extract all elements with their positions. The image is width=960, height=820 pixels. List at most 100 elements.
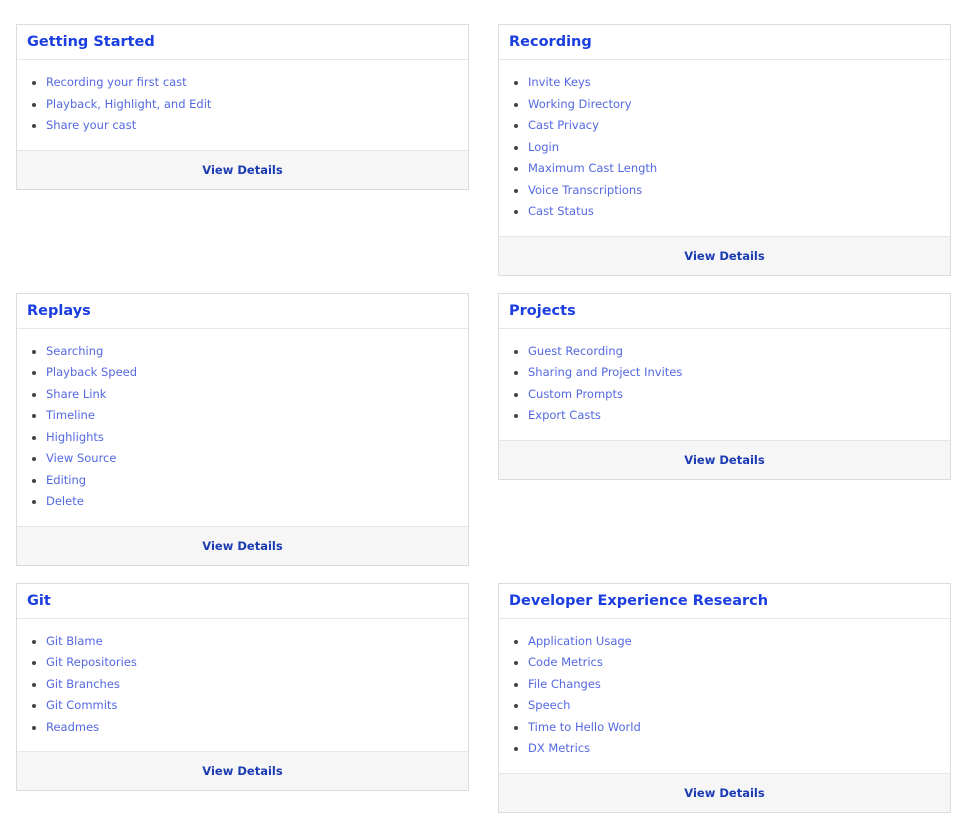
card-link[interactable]: Application Usage [528, 634, 632, 648]
card-link[interactable]: Sharing and Project Invites [528, 365, 682, 379]
card-link[interactable]: Export Casts [528, 408, 601, 422]
card-header: Recording [499, 25, 950, 60]
list-item: Application Usage [528, 631, 950, 653]
card-link[interactable]: Playback, Highlight, and Edit [46, 97, 211, 111]
card-replays: Replays Searching Playback Speed Share Lin… [16, 292, 469, 566]
card-link[interactable]: Code Metrics [528, 655, 603, 669]
card-link[interactable]: Git Commits [46, 698, 117, 712]
list-item: Export Casts [528, 405, 950, 427]
card-link[interactable]: File Changes [528, 677, 601, 691]
card-header: Git [17, 584, 468, 619]
card-title: Developer Experience Research [509, 592, 769, 609]
card-footer: View Details [499, 772, 950, 812]
list-item: Git Commits [46, 695, 468, 717]
card-link-list: Git Blame Git Repositories Git Branches Git… [17, 619, 468, 752]
list-item: View Source [46, 448, 468, 470]
card-link[interactable]: Working Directory [528, 97, 632, 111]
card-footer: View Details [17, 149, 468, 189]
list-item: Git Branches [46, 674, 468, 696]
card-link-list: Invite Keys Working Directory Cast Privacy… [499, 60, 950, 236]
card-link[interactable]: Cast Privacy [528, 118, 599, 132]
card-header: Getting Started [17, 25, 468, 60]
card-link[interactable]: Share Link [46, 387, 106, 401]
card-title: Git [27, 592, 51, 609]
view-details-button[interactable]: View Details [202, 764, 282, 778]
list-item: Playback, Highlight, and Edit [46, 94, 468, 116]
card-footer: View Details [499, 439, 950, 479]
card-link[interactable]: Recording your first cast [46, 75, 187, 89]
list-item: Timeline [46, 405, 468, 427]
card-link[interactable]: Custom Prompts [528, 387, 623, 401]
card-link[interactable]: Editing [46, 473, 86, 487]
card-title: Projects [509, 302, 576, 319]
list-item: Git Repositories [46, 652, 468, 674]
card-link[interactable]: Highlights [46, 430, 104, 444]
list-item: Playback Speed [46, 362, 468, 384]
list-item: Maximum Cast Length [528, 158, 950, 180]
card-footer: View Details [499, 235, 950, 275]
list-item: Guest Recording [528, 341, 950, 363]
view-details-button[interactable]: View Details [684, 453, 764, 467]
view-details-button[interactable]: View Details [202, 539, 282, 553]
card-link[interactable]: Git Branches [46, 677, 120, 691]
list-item: Sharing and Project Invites [528, 362, 950, 384]
list-item: Editing [46, 470, 468, 492]
list-item: DX Metrics [528, 738, 950, 760]
list-item: Login [528, 137, 950, 159]
card-link[interactable]: View Source [46, 451, 116, 465]
card-git: Git Git Blame Git Repositories Git Branche… [16, 582, 469, 791]
card-recording: Recording Invite Keys Working Directory Ca… [498, 24, 951, 276]
list-item: Code Metrics [528, 652, 950, 674]
view-details-button[interactable]: View Details [202, 163, 282, 177]
card-title: Recording [509, 34, 592, 50]
card-link-list: Recording your first cast Playback, Highl… [17, 60, 468, 150]
list-item: Recording your first cast [46, 72, 468, 94]
card-link[interactable]: Speech [528, 698, 570, 712]
list-item: File Changes [528, 674, 950, 696]
list-item: Voice Transcriptions [528, 180, 950, 202]
list-item: Invite Keys [528, 72, 950, 94]
card-title: Getting Started [27, 34, 155, 50]
card-link[interactable]: Timeline [46, 408, 95, 422]
card-link[interactable]: Readmes [46, 720, 99, 734]
list-item: Time to Hello World [528, 717, 950, 739]
list-item: Cast Status [528, 201, 950, 223]
card-link[interactable]: DX Metrics [528, 741, 590, 755]
list-item: Custom Prompts [528, 384, 950, 406]
card-link[interactable]: Guest Recording [528, 344, 623, 358]
card-link-list: Application Usage Code Metrics File Change… [499, 619, 950, 773]
list-item: Git Blame [46, 631, 468, 653]
card-link[interactable]: Playback Speed [46, 365, 137, 379]
card-footer: View Details [17, 751, 468, 790]
card-title: Replays [27, 302, 91, 319]
list-item: Readmes [46, 717, 468, 739]
card-link[interactable]: Share your cast [46, 118, 136, 132]
card-grid: Getting Started Recording your first cas… [0, 0, 960, 813]
card-header: Developer Experience Research [499, 584, 950, 619]
list-item: Searching [46, 341, 468, 363]
card-developer-experience-research: Developer Experience Research Applicatio… [498, 582, 951, 813]
card-link[interactable]: Git Repositories [46, 655, 137, 669]
list-item: Cast Privacy [528, 115, 950, 137]
card-projects: Projects Guest Recording Sharing and Proj… [498, 292, 951, 480]
list-item: Working Directory [528, 94, 950, 116]
card-header: Replays [17, 294, 468, 329]
card-link-list: Guest Recording Sharing and Project Invit… [499, 329, 950, 440]
card-link[interactable]: Voice Transcriptions [528, 183, 642, 197]
list-item: Highlights [46, 427, 468, 449]
view-details-button[interactable]: View Details [684, 786, 764, 800]
card-link[interactable]: Delete [46, 494, 84, 508]
card-link[interactable]: Login [528, 140, 559, 154]
list-item: Share your cast [46, 115, 468, 137]
card-getting-started: Getting Started Recording your first cas… [16, 24, 469, 190]
card-link[interactable]: Git Blame [46, 634, 103, 648]
card-footer: View Details [17, 525, 468, 565]
card-link[interactable]: Time to Hello World [528, 720, 641, 734]
view-details-button[interactable]: View Details [684, 249, 764, 263]
card-link[interactable]: Invite Keys [528, 75, 591, 89]
list-item: Speech [528, 695, 950, 717]
card-link[interactable]: Cast Status [528, 204, 594, 218]
card-link[interactable]: Searching [46, 344, 103, 358]
card-link[interactable]: Maximum Cast Length [528, 161, 657, 175]
card-link-list: Searching Playback Speed Share Link Timelin… [17, 329, 468, 526]
